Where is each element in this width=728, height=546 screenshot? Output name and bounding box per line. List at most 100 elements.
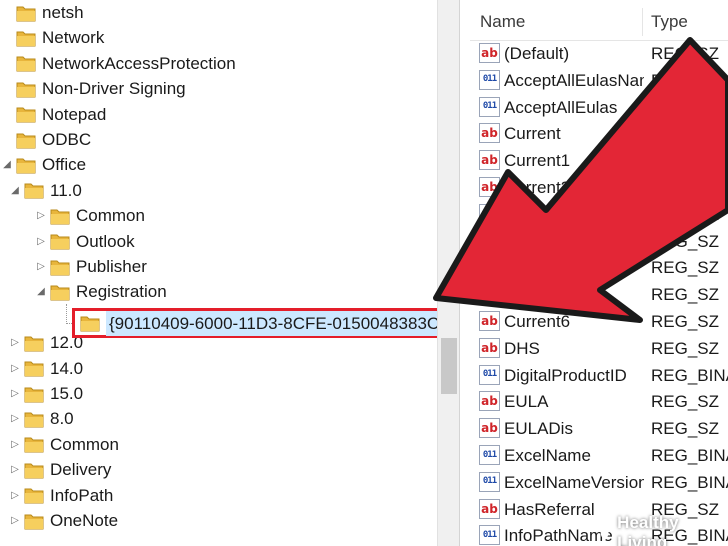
value-name: ExcelName: [504, 446, 591, 465]
value-row[interactable]: 011AcceptAllEulas REG_BINARY: [470, 94, 728, 121]
collapse-arrow-icon[interactable]: ◢: [8, 178, 22, 203]
value-name: Current4: [504, 258, 571, 278]
tree-item[interactable]: ▷ Outlook: [34, 229, 134, 254]
tree-item-label: 8.0: [50, 409, 74, 429]
folder-icon: [16, 131, 36, 149]
tree-item-label: 15.0: [50, 384, 84, 403]
string-value-icon: ab: [479, 203, 500, 224]
tree-item[interactable]: Notepad: [0, 102, 106, 127]
tree-item[interactable]: ◢ 11.0: [8, 178, 82, 203]
value-type: REG_BINARY: [651, 97, 728, 117]
collapse-arrow-icon[interactable]: ◢: [0, 152, 14, 177]
registry-editor-window: netsh Network NetworkAccessProtection Non-D…: [0, 0, 728, 546]
value-name: Current: [504, 124, 561, 144]
tree-item[interactable]: ODBC: [0, 127, 91, 152]
value-row[interactable]: ab Current1 REG_SZ: [470, 147, 728, 174]
registry-values-list: Name Type ab (Default) REG_SZ 011 AcceptAllE…: [470, 0, 728, 546]
value-row[interactable]: 011ExcelNameVersion REG_BINARY: [470, 469, 728, 496]
tree-item[interactable]: ▷ OneNote: [8, 508, 118, 533]
value-row[interactable]: ab EULA REG_SZ: [470, 388, 728, 415]
expand-arrow-icon[interactable]: ▷: [8, 330, 22, 355]
tree-item[interactable]: netsh: [0, 0, 84, 25]
expand-arrow-icon[interactable]: ▷: [8, 356, 22, 381]
string-value-icon: ab: [479, 257, 500, 278]
tree-item[interactable]: Network: [0, 25, 104, 50]
tree-item[interactable]: ◢ Registration: [34, 279, 167, 304]
value-row[interactable]: ab EULADis REG_SZ: [470, 415, 728, 442]
value-type: REG_SZ: [651, 178, 720, 197]
tree-item-label: Common: [50, 434, 119, 454]
expand-arrow-icon[interactable]: ▷: [34, 229, 48, 254]
value-row[interactable]: ab Current REG_SZ: [470, 120, 728, 147]
expand-arrow-icon[interactable]: ▷: [34, 203, 48, 228]
string-value-icon: ab: [479, 391, 500, 412]
folder-icon: [24, 512, 44, 530]
folder-icon: [50, 207, 70, 225]
value-row[interactable]: 011ExcelName REG_BINARY: [470, 442, 728, 469]
expander-placeholder: [0, 76, 14, 101]
tree-item[interactable]: ▷ Publisher: [34, 254, 147, 279]
tree-item[interactable]: ◢ Office: [0, 152, 86, 177]
expand-arrow-icon[interactable]: ▷: [8, 381, 22, 406]
tree-item-label: netsh: [42, 3, 84, 22]
value-row[interactable]: 011AcceptAllEulasName REG_BINARY: [470, 67, 728, 94]
folder-icon: [24, 410, 44, 428]
string-value-icon: ab: [479, 311, 500, 331]
scrollbar-thumb[interactable]: [441, 338, 457, 394]
tree-item[interactable]: ▷ Delivery: [8, 457, 111, 482]
string-value-icon: ab: [479, 150, 500, 171]
tree-item-label: {90110409-6000-11D3-8CFE-0150048383C9}: [106, 310, 458, 336]
value-type: REG_SZ: [651, 258, 720, 278]
value-type: REG_SZ: [651, 338, 720, 358]
expand-arrow-icon[interactable]: ▷: [8, 483, 22, 508]
value-row[interactable]: ab (Default) REG_SZ: [470, 40, 728, 67]
tree-item[interactable]: ▷ InfoPath: [8, 483, 113, 508]
value-row[interactable]: ab Current6 REG_SZ: [470, 308, 728, 335]
value-row[interactable]: ab Current5 REG_SZ: [470, 281, 728, 308]
tree-item[interactable]: NetworkAccessProtection: [0, 51, 236, 76]
string-value-icon: ab: [479, 284, 500, 305]
tree-item[interactable]: Non-Driver Signing: [0, 76, 186, 101]
tree-item[interactable]: ▷ Common: [8, 432, 119, 457]
folder-icon: [24, 461, 44, 479]
tree-item[interactable]: ▷ Common: [34, 203, 145, 228]
value-name: DHS: [504, 338, 540, 358]
value-type: REG_BINARY: [651, 446, 728, 465]
value-row[interactable]: ab Current31 REG_SZ: [470, 228, 728, 255]
value-row[interactable]: ab Current2 REG_SZ: [470, 174, 728, 201]
collapse-arrow-icon[interactable]: ◢: [34, 279, 48, 304]
value-row[interactable]: ab Current4 REG_SZ: [470, 254, 728, 281]
expander-placeholder: [0, 0, 14, 25]
expand-arrow-icon[interactable]: ▷: [8, 432, 22, 457]
binary-value-icon: 011: [479, 364, 500, 385]
tree-item[interactable]: ▷ 14.0: [8, 356, 83, 381]
value-row[interactable]: ab Current3 REG_SZ: [470, 201, 728, 228]
tree-connector-line: [66, 304, 67, 324]
binary-value-icon: 011: [479, 471, 500, 492]
tree-item[interactable]: ▷ 15.0: [8, 381, 83, 406]
column-divider[interactable]: [642, 8, 643, 36]
tree-item-selected-key[interactable]: {90110409-6000-11D3-8CFE-0150048383C9}: [80, 310, 458, 336]
folder-icon: [50, 232, 70, 250]
binary-value-icon: 011: [479, 525, 500, 546]
expand-arrow-icon[interactable]: ▷: [8, 508, 22, 533]
tree-vertical-scrollbar[interactable]: [437, 0, 460, 546]
value-type: REG_SZ: [651, 285, 720, 305]
value-type: REG_BINARY: [651, 70, 728, 90]
tree-item-label: Network: [42, 28, 105, 48]
column-header-name[interactable]: Name: [480, 12, 525, 32]
value-row[interactable]: ab DHS REG_SZ: [470, 335, 728, 362]
value-type: REG_SZ: [651, 124, 720, 144]
value-row[interactable]: 011DigitalProductID REG_BINARY: [470, 362, 728, 389]
value-name: Current5: [504, 285, 571, 305]
folder-icon: [24, 359, 44, 377]
expand-arrow-icon[interactable]: ▷: [8, 406, 22, 431]
expand-arrow-icon[interactable]: ▷: [8, 457, 22, 482]
value-name: Current2: [504, 178, 571, 197]
tree-item-label: ODBC: [42, 130, 92, 149]
binary-value-icon: 011: [479, 445, 500, 465]
tree-item[interactable]: ▷ 8.0: [8, 406, 74, 431]
column-header-type[interactable]: Type: [651, 12, 688, 32]
tree-item-label: Delivery: [50, 460, 112, 480]
expand-arrow-icon[interactable]: ▷: [34, 254, 48, 279]
